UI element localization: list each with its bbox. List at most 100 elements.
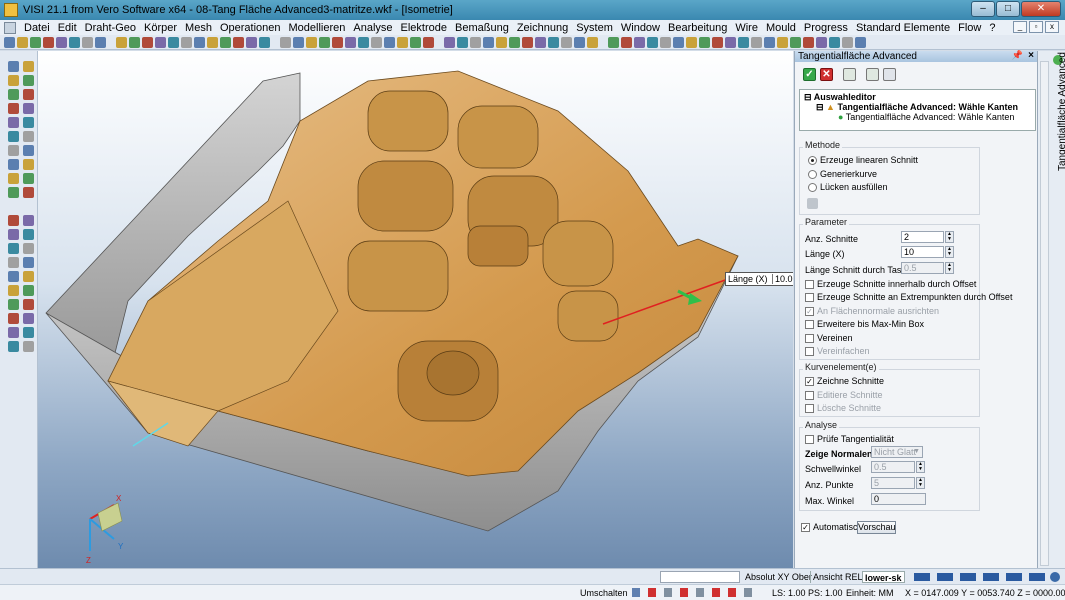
left-toolbar-icon[interactable] [23,103,34,114]
left-toolbar-icon[interactable] [8,173,19,184]
checkbox-flaechennormale[interactable]: ✓ [805,306,814,316]
left-toolbar-icon[interactable] [23,61,34,72]
cancel-button[interactable]: ✕ [820,68,833,81]
left-toolbar-icon[interactable] [23,187,34,198]
save-icon[interactable] [866,68,879,81]
left-toolbar-icon[interactable] [23,229,34,240]
radio-generierkurve[interactable] [808,169,817,179]
menu-mould[interactable]: Mould [762,22,800,34]
toolbar-icon[interactable] [116,36,127,48]
ok-button[interactable]: ✓ [803,68,816,81]
mdi-restore-button[interactable]: ▫ [1029,21,1043,33]
menu-wire[interactable]: Wire [731,22,762,34]
view-icon-3[interactable] [960,573,976,581]
toolbar-icon[interactable] [777,36,788,48]
toolbar-icon[interactable] [522,36,533,48]
toolbar-icon[interactable] [371,36,382,48]
status-icon-7[interactable] [728,588,736,597]
radio-luecken-ausfuellen[interactable] [808,182,817,192]
laenge-spinner[interactable]: ▲ ▼ [945,246,954,258]
minimize-button[interactable]: – [971,1,995,17]
toolbar-icon[interactable] [483,36,494,48]
option-luecken-ausfuellen[interactable]: Lücken ausfüllen [808,182,888,192]
menu-elektrode[interactable]: Elektrode [397,22,451,34]
toolbar-icon[interactable] [790,36,801,48]
toolbar-icon[interactable] [129,36,140,48]
menu-operationen[interactable]: Operationen [216,22,285,34]
ansicht-rel-button[interactable]: Ansicht REL [810,571,865,583]
left-toolbar-icon[interactable] [23,75,34,86]
left-toolbar-icon[interactable] [23,215,34,226]
left-toolbar-icon[interactable] [23,145,34,156]
pick-icon[interactable] [807,198,818,209]
checkbox-extrempunkten[interactable] [805,292,814,302]
check-row-zeichne-schnitte[interactable]: ✓ Zeichne Schnitte [805,376,884,386]
view-icon-2[interactable] [937,573,953,581]
toolbar-icon[interactable] [246,36,257,48]
check-row-vereinen[interactable]: Vereinen [805,333,853,343]
mdi-minimize-button[interactable]: _ [1013,21,1027,33]
schwellwinkel-spinner[interactable]: ▲ ▼ [916,461,925,473]
check-row-vereinfachen[interactable]: Vereinfachen [805,346,870,356]
toolbar-icon[interactable] [496,36,507,48]
left-toolbar-icon[interactable] [8,145,19,156]
left-toolbar-icon[interactable] [8,341,19,352]
toolbar-icon[interactable] [397,36,408,48]
toolbar-icon[interactable] [829,36,840,48]
toolbar-icon[interactable] [280,36,291,48]
toolbar-icon[interactable] [181,36,192,48]
maximize-button[interactable]: □ [996,1,1020,17]
left-toolbar-icon[interactable] [8,271,19,282]
check-row-loesche-schnitte[interactable]: Lösche Schnitte [805,403,881,413]
layer-field[interactable]: lower-sk [862,571,905,583]
left-toolbar-icon[interactable] [8,257,19,268]
check-row-offset-innerhalb[interactable]: Erzeuge Schnitte innerhalb durch Offset [805,279,976,289]
menu-help[interactable]: ? [985,22,999,34]
menu-bearbeitung[interactable]: Bearbeitung [664,22,731,34]
toolbar-icon[interactable] [621,36,632,48]
toolbar-icon[interactable] [220,36,231,48]
toolbar-icon[interactable] [194,36,205,48]
document-icon[interactable] [4,21,16,34]
left-toolbar-icon[interactable] [23,159,34,170]
left-toolbar-icon[interactable] [8,229,19,240]
toolbar-icon[interactable] [142,36,153,48]
umschalten-button[interactable]: Umschalten [580,586,628,600]
left-toolbar-icon[interactable] [8,299,19,310]
left-toolbar-icon[interactable] [8,285,19,296]
toolbar-icon[interactable] [764,36,775,48]
max-winkel-field[interactable]: 0 [871,493,926,505]
panel-close-icon[interactable]: × [1028,50,1034,61]
left-toolbar-icon[interactable] [23,117,34,128]
toolbar-icon[interactable] [43,36,54,48]
toolbar-icon[interactable] [634,36,645,48]
checkbox-zeichne-schnitte[interactable]: ✓ [805,376,814,386]
mdi-close-button[interactable]: x [1045,21,1059,33]
left-toolbar-icon[interactable] [23,285,34,296]
checkbox-max-min-box[interactable] [805,319,814,329]
schwellwinkel-field[interactable]: 0.5 [871,461,915,473]
check-row-flaechennormale[interactable]: ✓ An Flächennormale ausrichten [805,306,939,316]
toolbar-icon[interactable] [751,36,762,48]
left-toolbar-icon[interactable] [8,117,19,128]
menu-datei[interactable]: Datei [20,22,54,34]
load-icon[interactable] [883,68,896,81]
toolbar-icon[interactable] [410,36,421,48]
toolbar-icon[interactable] [4,36,15,48]
toolbar-icon[interactable] [660,36,671,48]
toolbar-icon[interactable] [423,36,434,48]
toolbar-icon[interactable] [561,36,572,48]
toolbar-icon[interactable] [155,36,166,48]
toolbar-icon[interactable] [842,36,853,48]
radio-linearer-schnitt[interactable] [808,155,817,165]
panel-vertical-tab[interactable]: Tangentialfläche Advanced [1037,51,1065,568]
left-toolbar-icon[interactable] [8,61,19,72]
left-toolbar-icon[interactable] [23,131,34,142]
left-toolbar-icon[interactable] [23,327,34,338]
left-toolbar-icon[interactable] [8,313,19,324]
checkbox-offset-innerhalb[interactable] [805,279,814,289]
panel-scrollbar[interactable] [1040,61,1049,566]
checkbox-vereinen[interactable] [805,333,814,343]
menu-flow[interactable]: Flow [954,22,985,34]
toolbar-icon[interactable] [56,36,67,48]
